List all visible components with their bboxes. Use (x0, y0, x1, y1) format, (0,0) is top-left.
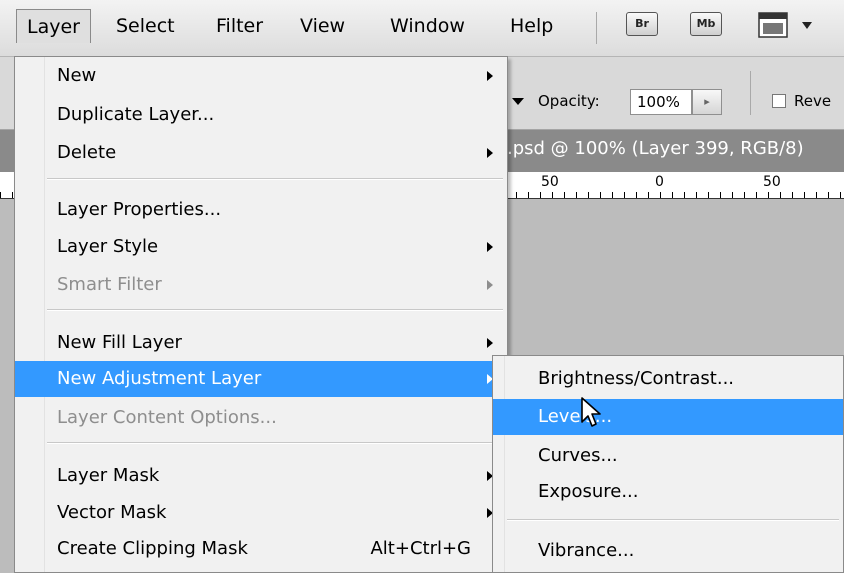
opacity-input[interactable]: 100% (630, 89, 692, 115)
menu-item-layer-style[interactable]: Layer Style (15, 229, 507, 265)
menu-separator (47, 178, 503, 180)
mini-bridge-button[interactable]: Mb (690, 12, 722, 36)
ruler-label: 0 (654, 174, 665, 190)
adjustment-layer-submenu: Brightness/Contrast... Levels... Curves.… (492, 355, 844, 573)
menu-item-label: Vector Mask (57, 502, 167, 523)
submenu-item-curves[interactable]: Curves... (493, 438, 843, 474)
reverse-label: Reve (794, 92, 832, 110)
mouse-pointer-icon (580, 396, 602, 434)
menu-item-label: New Adjustment Layer (57, 368, 262, 389)
menu-item-label: Smart Filter (57, 274, 162, 295)
menu-item-smart-filter: Smart Filter (15, 267, 507, 303)
menu-item-label: Vibrance... (538, 540, 635, 561)
menu-select[interactable]: Select (106, 9, 185, 43)
menu-help[interactable]: Help (500, 9, 563, 43)
menu-item-label: Exposure... (538, 481, 639, 502)
menu-item-duplicate-layer[interactable]: Duplicate Layer... (15, 97, 507, 133)
options-separator (750, 71, 751, 115)
menu-item-label: Brightness/Contrast... (538, 368, 735, 389)
menu-item-label: New Fill Layer (57, 332, 182, 353)
menu-item-create-clipping-mask[interactable]: Create Clipping Mask Alt+Ctrl+G (15, 531, 507, 567)
menu-item-layer-content-options: Layer Content Options... (15, 400, 507, 436)
layer-menu-dropdown: New Duplicate Layer... Delete Layer Prop… (14, 56, 508, 573)
keyboard-shortcut: Alt+Ctrl+G (370, 538, 471, 559)
blend-mode-dropdown-arrow-icon[interactable] (512, 98, 524, 105)
menu-layer[interactable]: Layer (16, 9, 91, 43)
menu-separator (47, 309, 503, 311)
menu-item-layer-properties[interactable]: Layer Properties... (15, 192, 507, 228)
menu-separator (596, 12, 597, 44)
menu-separator (47, 442, 503, 444)
menu-window[interactable]: Window (380, 9, 475, 43)
opacity-label: Opacity: (538, 92, 600, 110)
menu-item-label: New (57, 65, 97, 86)
submenu-arrow-icon (487, 338, 493, 348)
submenu-arrow-icon (487, 242, 493, 252)
menu-item-vector-mask[interactable]: Vector Mask (15, 495, 507, 531)
menu-item-label: Layer Mask (57, 465, 160, 486)
opacity-slider-button[interactable]: ▸ (692, 89, 722, 115)
menu-view[interactable]: View (290, 9, 355, 43)
menu-bar: Layer Select Filter View Window Help Br … (0, 0, 844, 57)
submenu-item-exposure[interactable]: Exposure... (493, 474, 843, 510)
menu-item-label: Layer Content Options... (57, 407, 277, 428)
menu-item-label: Curves... (538, 445, 618, 466)
menu-item-new[interactable]: New (15, 58, 507, 94)
menu-filter[interactable]: Filter (206, 9, 273, 43)
menu-item-label: Delete (57, 142, 117, 163)
submenu-arrow-icon (487, 148, 493, 158)
ruler-label: 50 (540, 174, 560, 190)
ruler-label: 50 (762, 174, 782, 190)
document-tab-title: .psd @ 100% (Layer 399, RGB/8) (507, 138, 804, 159)
menu-item-label: Create Clipping Mask (57, 538, 248, 559)
menu-item-new-adjustment-layer[interactable]: New Adjustment Layer (15, 361, 507, 397)
bridge-button[interactable]: Br (626, 12, 658, 36)
screen-mode-icon[interactable] (758, 12, 818, 42)
reverse-checkbox[interactable] (772, 94, 786, 108)
submenu-item-brightness-contrast[interactable]: Brightness/Contrast... (493, 361, 843, 397)
submenu-item-vibrance[interactable]: Vibrance... (493, 533, 843, 569)
menu-separator (507, 519, 839, 521)
submenu-item-levels[interactable]: Levels... (493, 399, 843, 435)
submenu-arrow-icon (487, 280, 493, 290)
menu-item-label: Layer Style (57, 236, 159, 257)
menu-item-layer-mask[interactable]: Layer Mask (15, 458, 507, 494)
menu-item-delete[interactable]: Delete (15, 135, 507, 171)
menu-item-label: Layer Properties... (57, 199, 222, 220)
menu-item-label: Duplicate Layer... (57, 104, 215, 125)
submenu-arrow-icon (487, 71, 493, 81)
menu-item-new-fill-layer[interactable]: New Fill Layer (15, 325, 507, 361)
